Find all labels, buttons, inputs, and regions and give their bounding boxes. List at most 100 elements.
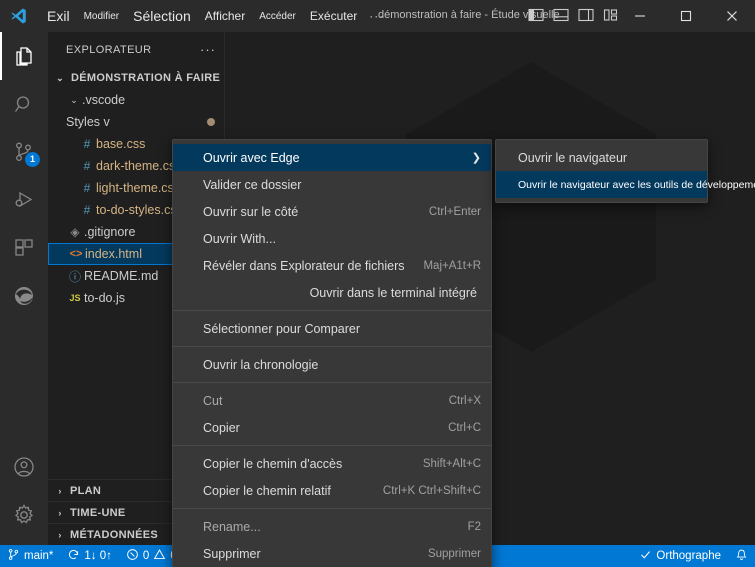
close-button[interactable] — [709, 0, 755, 32]
menu-separator — [173, 508, 491, 509]
ctx-item-label: Cut — [203, 393, 223, 408]
ctx-item-label: Copier le chemin d'accès — [203, 456, 343, 471]
submenu-ouvrir-navigateur-devtools[interactable]: Ouvrir le navigateur avec les outils de … — [496, 171, 755, 198]
menu-fichier[interactable]: Exil — [40, 5, 77, 27]
explorer-root-folder[interactable]: ⌄ DÉMONSTRATION À FAIRE — [48, 67, 224, 89]
ctx-item-shortcut: F2 — [467, 520, 481, 533]
ctx-selectionner-pour-comparer[interactable]: Sélectionner pour Comparer — [173, 315, 491, 342]
toggle-secondary-sidebar-icon[interactable] — [578, 8, 594, 22]
toggle-panel-icon[interactable] — [553, 8, 569, 22]
html-file-icon: <> — [69, 248, 83, 260]
tree-row-label: index.html — [85, 247, 142, 261]
explorer-more-actions-icon[interactable]: ··· — [200, 42, 216, 57]
ctx-item-label: Ouvrir la chronologie — [203, 357, 319, 372]
status-error-count: 0 — [142, 550, 150, 562]
check-icon — [639, 548, 652, 564]
window-controls — [617, 0, 755, 32]
ctx-valider-ce-dossier[interactable]: Valider ce dossier — [173, 171, 491, 198]
tree-row[interactable]: Styles v — [48, 111, 224, 133]
ctx-item-label: Ouvrir avec Edge — [203, 150, 300, 165]
menu-afficher[interactable]: Afficher — [198, 6, 252, 26]
activity-bar: 1 — [0, 32, 48, 545]
status-branch[interactable]: main* — [0, 545, 60, 567]
open-with-edge-submenu[interactable]: Ouvrir le navigateur Ouvrir le navigateur… — [495, 139, 755, 203]
chevron-right-icon: › — [58, 485, 62, 496]
ctx-item-shortcut: Ctrl+Enter — [428, 205, 481, 218]
menu-executer[interactable]: Exécuter — [303, 6, 364, 26]
activity-account[interactable] — [0, 443, 48, 491]
activity-edge[interactable] — [0, 272, 48, 320]
ctx-ouvrir-sur-le-cote[interactable]: Ouvrir sur le côté Ctrl+Enter — [173, 198, 491, 225]
ctx-item-label: Ouvrir dans le terminal intégré — [309, 285, 477, 300]
status-notifications[interactable] — [728, 545, 755, 567]
ctx-ouvrir-with[interactable]: Ouvrir With... — [173, 225, 491, 252]
tree-row-label: .vscode — [82, 93, 126, 107]
status-branch-label: main* — [24, 550, 54, 562]
source-control-branch-icon — [7, 548, 20, 564]
ctx-item-label: Ouvrir sur le côté — [203, 204, 299, 219]
menu-acceder[interactable]: Accéder — [252, 8, 303, 25]
status-sync[interactable]: 1↓ 0↑ — [60, 545, 119, 567]
css-file-icon: # — [83, 203, 91, 217]
vscode-logo-icon — [0, 0, 38, 32]
md-file-icon: ⓘ — [68, 269, 81, 284]
css-file-icon: # — [83, 159, 91, 173]
ctx-ouvrir-la-chronologie[interactable]: Ouvrir la chronologie — [173, 351, 491, 378]
tree-row-label: Styles v — [66, 115, 110, 129]
explorer-header: EXPLORATEUR ··· — [48, 32, 224, 67]
chevron-right-icon: › — [58, 507, 62, 518]
maximize-button[interactable] — [663, 0, 709, 32]
menu-selection[interactable]: Sélection — [126, 5, 198, 27]
ctx-reveler-explorateur[interactable]: Révéler dans Explorateur de fichiers Maj+… — [173, 252, 491, 279]
ctx-item-label: Révéler dans Explorateur de fichiers — [203, 258, 405, 273]
ctx-copier-chemin-acces[interactable]: Copier le chemin d'accès Shift+Alt+C — [173, 450, 491, 477]
sync-icon — [67, 548, 80, 564]
modified-indicator-dot — [207, 118, 215, 126]
menu-separator — [173, 445, 491, 446]
menu-separator — [173, 382, 491, 383]
activity-settings[interactable] — [0, 491, 48, 539]
tree-row[interactable]: ⌄ .vscode — [48, 89, 224, 111]
ctx-copier[interactable]: Copier Ctrl+C — [173, 414, 491, 441]
root-folder-label: DÉMONSTRATION À FAIRE — [71, 72, 221, 84]
css-file-icon: # — [83, 181, 91, 195]
ctx-copier-chemin-relatif[interactable]: Copier le chemin relatif Ctrl+K Ctrl+Shif… — [173, 477, 491, 504]
file-context-menu[interactable]: Ouvrir avec Edge ❯ Valider ce dossier Ouvri… — [172, 139, 492, 567]
tree-row-label: to-do.js — [84, 291, 125, 305]
menu-separator — [173, 310, 491, 311]
error-circle-icon — [126, 548, 139, 564]
chevron-down-icon: ⌄ — [56, 72, 64, 83]
toggle-primary-sidebar-icon[interactable] — [528, 8, 544, 22]
ctx-item-label: Rename... — [203, 519, 261, 534]
ctx-item-shortcut: Ctrl+X — [448, 394, 481, 407]
menu-bar: Exil Modifier Sélection Afficher Accéder… — [40, 5, 389, 27]
ctx-item-label: Supprimer — [203, 546, 261, 561]
ctx-item-shortcut: Ctrl+C — [448, 421, 481, 434]
status-spelling-label: Orthographe — [656, 550, 721, 562]
activity-search[interactable] — [0, 80, 48, 128]
layout-controls — [528, 8, 619, 22]
submenu-ouvrir-navigateur[interactable]: Ouvrir le navigateur — [496, 144, 707, 171]
ctx-rename[interactable]: Rename... F2 — [173, 513, 491, 540]
ctx-cut[interactable]: Cut Ctrl+X — [173, 387, 491, 414]
ctx-ouvrir-avec-edge[interactable]: Ouvrir avec Edge ❯ — [173, 144, 491, 171]
activity-run-debug[interactable] — [0, 176, 48, 224]
status-spelling[interactable]: Orthographe — [632, 545, 728, 567]
ctx-item-label: Ouvrir With... — [203, 231, 276, 246]
sidebar-panel-metadonnees-label: MÉTADONNÉES — [70, 528, 159, 541]
ctx-item-shortcut: Shift+Alt+C — [422, 457, 481, 470]
ctx-ouvrir-terminal-integre[interactable]: Ouvrir dans le terminal intégré — [173, 279, 491, 306]
css-file-icon: # — [83, 137, 91, 151]
activity-extensions[interactable] — [0, 224, 48, 272]
activity-source-control[interactable]: 1 — [0, 128, 48, 176]
menu-modifier[interactable]: Modifier — [77, 8, 127, 25]
activity-explorer[interactable] — [0, 32, 48, 80]
ctx-supprimer[interactable]: Supprimer Supprimer — [173, 540, 491, 567]
ctx-item-label: Copier — [203, 420, 240, 435]
minimize-button[interactable] — [617, 0, 663, 32]
ctx-item-label: Sélectionner pour Comparer — [203, 321, 361, 336]
ctx-item-shortcut: Ctrl+K Ctrl+Shift+C — [382, 484, 481, 497]
tree-row-label: README.md — [84, 269, 159, 283]
vscode-window: Exil Modifier Sélection Afficher Accéder… — [0, 0, 755, 567]
sidebar-panel-plan-label: PLAN — [70, 484, 102, 497]
